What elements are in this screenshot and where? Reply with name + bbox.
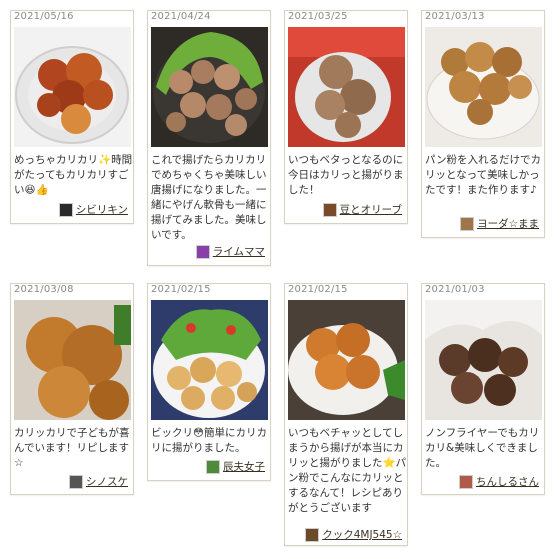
avatar — [305, 527, 320, 542]
report-comment: ビックリ😳簡単にカリカリに揚がりました。 — [151, 427, 267, 454]
dish-photo[interactable] — [425, 300, 542, 420]
report-card[interactable]: 2021/05/16 めっちゃカリカリ✨時間がたってもカリカリすごい😆👍 シビリ… — [10, 10, 134, 224]
dish-photo[interactable] — [288, 300, 405, 420]
author-name: ライムママ — [212, 246, 265, 258]
author-link[interactable]: ライムママ — [195, 244, 265, 259]
avatar — [195, 244, 210, 259]
report-date: 2021/04/24 — [151, 11, 211, 22]
author-link[interactable]: 豆とオリーブ — [322, 202, 402, 217]
author-link[interactable]: クック4MJ545☆ — [305, 527, 402, 542]
dish-photo[interactable] — [425, 27, 542, 147]
report-date: 2021/02/15 — [151, 284, 211, 295]
dish-photo[interactable] — [14, 27, 131, 147]
dish-photo[interactable] — [14, 300, 131, 420]
report-card[interactable]: 2021/03/08 カリッカリで子どもが喜んでいます！リピします☆ シノスケ — [10, 283, 134, 495]
report-comment: めっちゃカリカリ✨時間がたってもカリカリすごい😆👍 — [14, 154, 133, 196]
author-name: 辰夫女子 — [223, 461, 265, 473]
report-date: 2021/01/03 — [425, 284, 485, 295]
author-link[interactable]: ヨーダ☆まま — [460, 216, 539, 231]
report-card[interactable]: 2021/04/24 これで揚げたらカリカリでめちゃくちゃ美味しい唐揚げになりま… — [147, 10, 271, 266]
avatar — [69, 474, 83, 489]
report-comment: これで揚げたらカリカリでめちゃくちゃ美味しい唐揚げになりました。一緒にやげん軟骨… — [151, 154, 267, 241]
report-card[interactable]: 2021/01/03 ノンフライヤーでもカリカリ&美味しくできました。 ちんしる… — [421, 283, 545, 495]
report-card[interactable]: 2021/03/25 いつもベタっとなるのに今日はカリっと揚がりました！ 豆とオ… — [284, 10, 408, 224]
author-name: シビリキン — [75, 204, 128, 216]
report-card[interactable]: 2021/02/15 いつもベチャッとしてしまうから揚げが本当にカリッと揚がりま… — [284, 283, 408, 546]
report-comment: ノンフライヤーでもカリカリ&美味しくできました。 — [425, 427, 540, 469]
author-link[interactable]: ちんしるさん — [459, 474, 539, 489]
author-name: ヨーダ☆まま — [477, 218, 539, 230]
report-card[interactable]: 2021/03/13 パン粉を入れるだけでカリッとなって美味しかったです！また作… — [421, 10, 545, 238]
report-date: 2021/03/13 — [425, 11, 485, 22]
author-link[interactable]: 辰夫女子 — [206, 459, 265, 474]
report-date: 2021/03/25 — [288, 11, 348, 22]
author-link[interactable]: シノスケ — [69, 474, 128, 489]
author-name: 豆とオリーブ — [339, 204, 402, 216]
report-comment: パン粉を入れるだけでカリッとなって美味しかったです！また作ります♪ — [425, 154, 542, 196]
report-card[interactable]: 2021/02/15 ビックリ😳簡単にカリカリに揚がりました。 辰夫女子 — [147, 283, 271, 481]
report-comment: カリッカリで子どもが喜んでいます！リピします☆ — [14, 427, 130, 469]
avatar — [460, 216, 475, 231]
author-link[interactable]: シビリキン — [58, 202, 128, 217]
report-date: 2021/05/16 — [14, 11, 74, 22]
avatar — [206, 459, 220, 474]
avatar — [322, 202, 337, 217]
report-comment: いつもベタっとなるのに今日はカリっと揚がりました！ — [288, 154, 404, 196]
avatar — [58, 202, 73, 217]
report-date: 2021/03/08 — [14, 284, 74, 295]
report-comment: いつもベチャッとしてしまうから揚げが本当にカリッと揚がりました⭐パン粉でこんなに… — [288, 427, 407, 514]
dish-photo[interactable] — [288, 27, 405, 147]
report-date: 2021/02/15 — [288, 284, 348, 295]
author-name: ちんしるさん — [476, 476, 539, 488]
avatar — [459, 474, 473, 489]
author-name: クック4MJ545☆ — [322, 529, 402, 541]
author-name: シノスケ — [86, 476, 128, 488]
dish-photo[interactable] — [151, 300, 268, 420]
dish-photo[interactable] — [151, 27, 268, 147]
